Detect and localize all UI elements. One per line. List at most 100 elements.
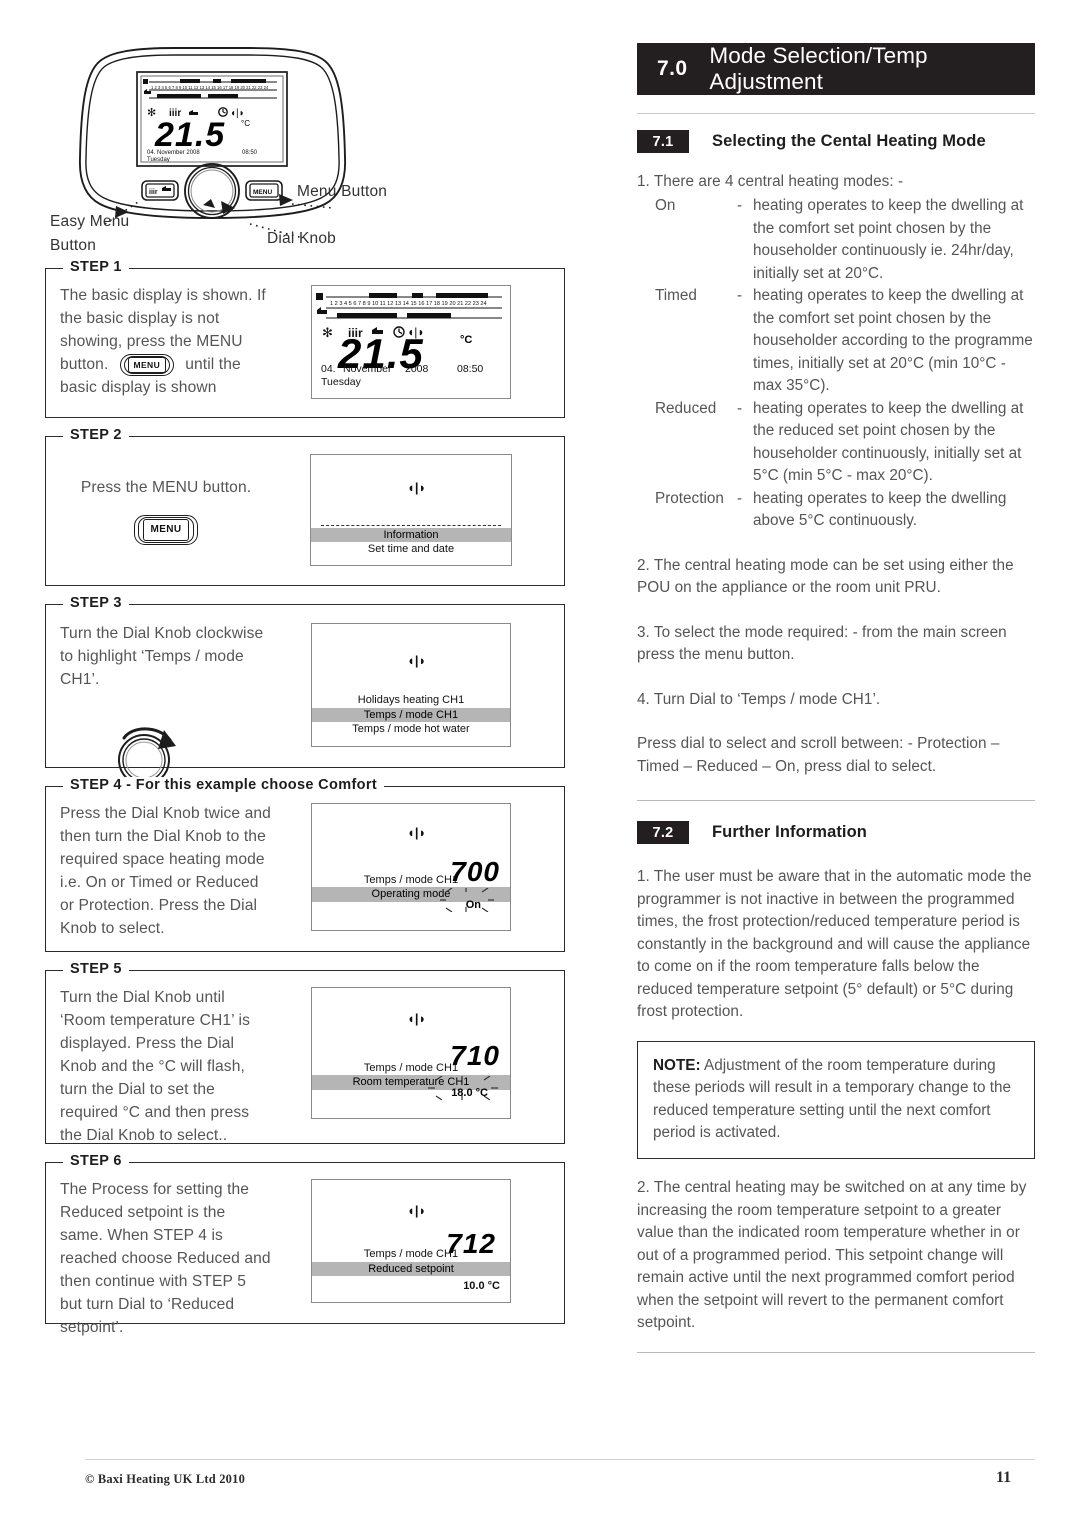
step-box-3: STEP 3 Turn the Dial Knob clockwise to h… <box>45 595 565 786</box>
step-3-instruction: Turn the Dial Knob clockwise to highligh… <box>60 625 264 688</box>
callout-easy-menu-line2: Button <box>50 237 97 255</box>
section-71-intro: 1. There are 4 central heating modes: - <box>637 173 904 190</box>
mode-name: Timed <box>655 287 697 305</box>
lcd-row[interactable]: Temps / mode CH1 <box>364 1062 458 1074</box>
mode-description: heating operates to keep the dwelling at… <box>753 197 1024 282</box>
right-column: 7.0 Mode Selection/Temp Adjustment 7.1 S… <box>637 43 1035 1373</box>
chip-label: MENU <box>143 518 189 541</box>
step-2-text: Press the MENU button. MENU <box>60 477 272 566</box>
svg-text:°C: °C <box>241 119 250 128</box>
lcd-row[interactable]: Temps / mode CH1 <box>364 1248 458 1260</box>
svg-text:08:50: 08:50 <box>242 150 258 156</box>
step-box-5: STEP 5 Turn the Dial Knob until ‘Room te… <box>45 961 565 1147</box>
section-72-title: Further Information <box>712 823 867 842</box>
step-2-visual: ◖|◗ Information Set time and date <box>272 454 550 566</box>
lcd-value-display: ◖|◗ 710 Temps / mode CH1 Room temperatur… <box>311 987 511 1119</box>
section-71-number: 7.1 <box>637 130 689 153</box>
lcd-value-display: ◖|◗ 712 Temps / mode CH1 Reduced setpoin… <box>311 1179 511 1303</box>
mode-dash: - <box>737 197 743 215</box>
section-72-number: 7.2 <box>637 821 689 845</box>
step-1-visual: 1 2 3 4 5 6 7 8 9 10 11 12 13 14 15 16 1… <box>272 285 550 400</box>
step-2-instruction: Press the MENU button. <box>80 479 252 496</box>
callout-easy-menu-line1: Easy Menu <box>50 213 130 230</box>
lcd-month: November <box>343 362 392 375</box>
step-4-visual: ◖|◗ 700 Temps / mode CH1 Operating mode <box>272 803 550 941</box>
lcd-value: On <box>465 899 481 911</box>
step-6-visual: ◖|◗ 712 Temps / mode CH1 Reduced setpoin… <box>272 1179 550 1339</box>
signal-icon: ◖|◗ <box>407 1011 427 1026</box>
mode-name: Reduced <box>655 399 717 417</box>
chapter-number: 7.0 <box>657 57 688 80</box>
lcd-row-highlighted[interactable]: Information <box>311 527 511 543</box>
lcd-value-flashing: On <box>312 888 510 924</box>
callout-dial-knob: Dial Knob <box>267 230 337 247</box>
heating-modes-list: On - heating operates to keep the dwelli… <box>637 195 1035 532</box>
lcd-row[interactable]: Temps / mode CH1 <box>364 874 458 886</box>
lcd-date-line: 04. November 2008 08:50 <box>321 363 501 377</box>
step-5-visual: ◖|◗ 710 Temps / mode CH1 Room temperatur… <box>272 987 550 1147</box>
note-label: NOTE: <box>653 1056 701 1074</box>
step-1-legend: STEP 1 <box>63 259 129 275</box>
lcd-value-display: ◖|◗ 700 Temps / mode CH1 Operating mode <box>311 803 511 931</box>
lcd-row-highlighted[interactable]: Temps / mode CH1 <box>312 707 510 723</box>
lcd-basic-display: 1 2 3 4 5 6 7 8 9 10 11 12 13 14 15 16 1… <box>311 285 511 399</box>
svg-text:iiir: iiir <box>149 189 158 196</box>
lcd-menu-rows: Temps / mode CH1 Room temperature CH1 18… <box>312 1061 510 1112</box>
lcd-row-highlighted[interactable]: Reduced setpoint <box>312 1261 510 1277</box>
mode-description: heating operates to keep the dwelling at… <box>753 399 1024 485</box>
lcd-year: 2008 <box>405 362 429 375</box>
section-72-header: 7.2 Further Information <box>637 821 1035 845</box>
section-71-p4: 4. Turn Dial to ‘Temps / mode CH1’. <box>637 690 881 708</box>
step-3-text: Turn the Dial Knob clockwise to highligh… <box>60 623 272 798</box>
section-72-p1: 1. The user must be aware that in the au… <box>637 868 1032 1021</box>
footer-page-number: 11 <box>996 1469 1012 1486</box>
device-illustration: 1 2 3 4 5 6 7 8 9 10 11 12 13 14 15 16 1… <box>45 28 565 268</box>
lcd-value-flashing: 18.0 °C <box>312 1076 510 1112</box>
section-71-title: Selecting the Cental Heating Mode <box>712 132 986 150</box>
menu-button-chip[interactable]: MENU <box>119 353 174 376</box>
divider <box>637 800 1035 802</box>
svg-text:MENU: MENU <box>253 189 272 196</box>
lcd-menu-display: ◖|◗ Information Set time and date <box>310 454 512 566</box>
step-6-text: The Process for setting the Reduced setp… <box>60 1181 271 1336</box>
step-5-text: Turn the Dial Knob until ‘Room temperatu… <box>60 989 250 1144</box>
footer-divider <box>85 1459 1035 1460</box>
mode-row: Timed - heating operates to keep the dwe… <box>637 285 1035 397</box>
signal-icon: ◖|◗ <box>407 825 427 840</box>
mode-row: Reduced - heating operates to keep the d… <box>637 398 1035 488</box>
divider <box>637 1351 1035 1353</box>
section-72-p2: 2. The central heating may be switched o… <box>637 1179 1027 1332</box>
lcd-row[interactable]: Holidays heating CH1 <box>358 694 464 706</box>
lcd-menu-rows: Holidays heating CH1 Temps / mode CH1 Te… <box>312 693 510 737</box>
section-71-p2: 2. The central heating mode can be set u… <box>637 556 1014 597</box>
svg-text:✻: ✻ <box>322 325 333 340</box>
lcd-day-num: 04. <box>321 362 336 375</box>
lcd-row[interactable]: Temps / mode hot water <box>352 723 469 735</box>
lcd-menu-rows: Information Set time and date <box>311 524 511 557</box>
step-5-legend: STEP 5 <box>63 961 129 977</box>
step-3-visual: ◖|◗ Holidays heating CH1 Temps / mode CH… <box>272 623 550 798</box>
svg-text:1 2 3 4 5 6 7 8 9 10 11 12 13: 1 2 3 4 5 6 7 8 9 10 11 12 13 14 15 16 1… <box>151 85 269 90</box>
divider <box>637 113 1035 114</box>
menu-button-chip[interactable]: MENU <box>134 514 198 545</box>
left-column: 1 2 3 4 5 6 7 8 9 10 11 12 13 14 15 16 1… <box>45 28 565 1342</box>
step-1-text: The basic display is shown. If the basic… <box>60 285 272 400</box>
callout-menu-button: Menu Button <box>297 183 388 200</box>
step-box-4: STEP 4 - For this example choose Comfort… <box>45 777 565 952</box>
note-text: NOTE: Adjustment of the room temperature… <box>653 1055 1019 1145</box>
note-body: Adjustment of the room temperature durin… <box>653 1056 1011 1141</box>
mode-row: Protection - heating operates to keep th… <box>637 488 1035 533</box>
svg-text:Tuesday: Tuesday <box>147 157 170 163</box>
lcd-menu-display: ◖|◗ Holidays heating CH1 Temps / mode CH… <box>311 623 511 747</box>
lcd-temperature-unit: °C <box>460 334 473 346</box>
chapter-title: Mode Selection/Temp Adjustment <box>709 43 928 94</box>
step-box-2: STEP 2 Press the MENU button. MENU ◖|◗ I… <box>45 427 565 586</box>
page-root: 1 2 3 4 5 6 7 8 9 10 11 12 13 14 15 16 1… <box>0 0 1080 1527</box>
mode-dash: - <box>737 489 743 507</box>
lcd-menu-rows: Temps / mode CH1 Operating mode On <box>312 873 510 924</box>
lcd-value: 10.0 °C <box>463 1280 500 1293</box>
lcd-row[interactable]: Set time and date <box>368 543 454 555</box>
lcd-date-row: 04. November 2008 08:50 Tuesday <box>321 363 501 390</box>
mode-description: heating operates to keep the dwelling at… <box>753 287 1033 395</box>
step-box-1: STEP 1 The basic display is shown. If th… <box>45 259 565 418</box>
